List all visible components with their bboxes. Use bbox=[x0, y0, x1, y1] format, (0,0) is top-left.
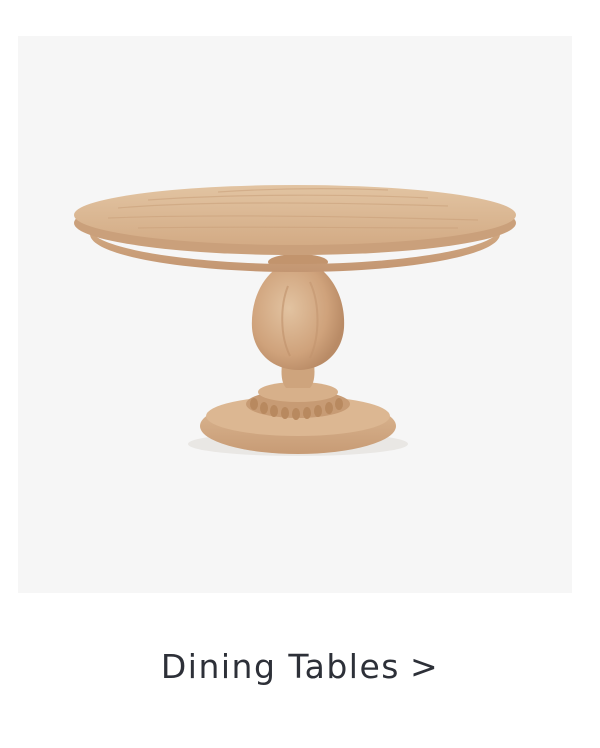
dining-tables-category-link[interactable]: Dining Tables > bbox=[0, 0, 600, 748]
tabletop bbox=[74, 185, 516, 245]
dining-table-illustration bbox=[74, 185, 516, 456]
pedestal-urn bbox=[251, 258, 345, 370]
product-image[interactable] bbox=[18, 36, 572, 593]
category-label[interactable]: Dining Tables > bbox=[0, 640, 600, 694]
category-title: Dining Tables bbox=[160, 647, 400, 686]
chevron-right-icon: > bbox=[409, 647, 440, 686]
